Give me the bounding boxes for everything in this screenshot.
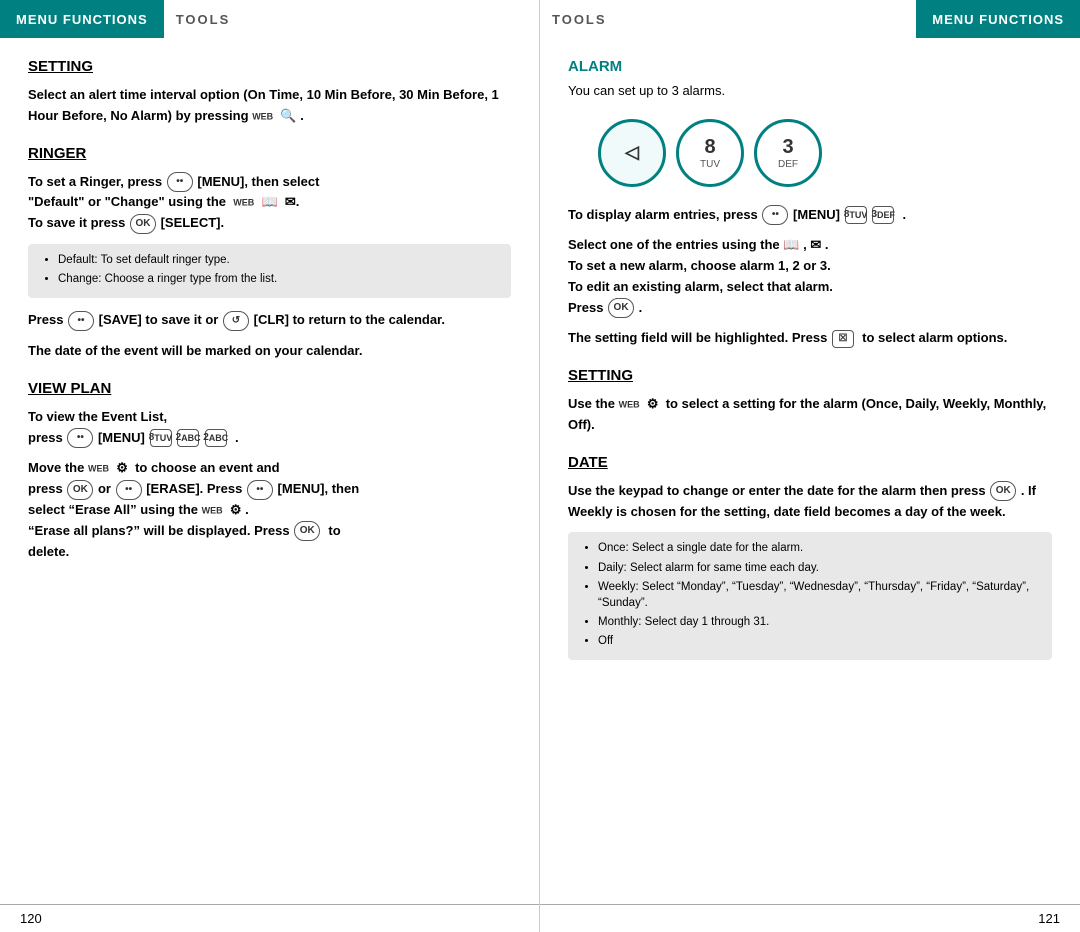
book-icon-alarm: 📖 — [783, 237, 799, 252]
left-viewplan-body1: To view the Event List, press •• [MENU] … — [28, 407, 511, 449]
left-ringer-heading: RINGER — [28, 145, 511, 162]
date-bullet-5: Off — [598, 633, 1038, 649]
web-icon2: WEB — [202, 505, 223, 515]
right-header: MENU FUNCTIONS TOOLS — [540, 0, 1080, 38]
ok-button-save: OK — [130, 214, 156, 234]
alarm-circle-3: 3 DEF — [754, 119, 822, 187]
right-setting-heading: SETTING — [568, 367, 1052, 384]
web-icon-setting: WEB — [619, 400, 640, 410]
left-footer: 120 — [0, 904, 539, 932]
date-bullet-1: Once: Select a single date for the alarm… — [598, 540, 1038, 556]
8tuv-alarm: 8TUV — [845, 206, 867, 224]
8tuv-btn: 8TUV — [150, 429, 172, 447]
left-viewplan-body2: Move the WEB ⚙ to choose an event and pr… — [28, 458, 511, 562]
right-alarm-subtitle: You can set up to 3 alarms. — [568, 81, 1052, 101]
right-alarm-display-text: To display alarm entries, press •• [MENU… — [568, 205, 1052, 226]
alarm-circles-group: ◁ 8 TUV 3 DEF — [598, 119, 1052, 187]
right-alarm-highlight: The setting field will be highlighted. P… — [568, 328, 1052, 349]
web-icon-ringer: WEB — [233, 198, 254, 208]
date-bullet-2: Daily: Select alarm for same time each d… — [598, 560, 1038, 576]
left-menu-functions-label: MENU FUNCTIONS — [0, 0, 164, 38]
right-date-heading: DATE — [568, 454, 1052, 471]
ringer-bullet-1: Default: To set default ringer type. — [58, 252, 497, 268]
right-menu-functions-label: MENU FUNCTIONS — [916, 0, 1080, 38]
menu-btn-viewplan2: •• — [247, 480, 273, 500]
2abc-btn1: 2ABC — [177, 429, 199, 447]
right-date-body: Use the keypad to change or enter the da… — [568, 481, 1052, 523]
web-icon-viewplan: WEB — [88, 464, 109, 474]
ok-btn-viewplan: OK — [67, 480, 93, 500]
right-page-number: 121 — [1038, 911, 1060, 926]
clr-button-icon: ↺ — [223, 311, 249, 331]
left-save-clr-text: Press •• [SAVE] to save it or ↺ [CLR] to… — [28, 310, 511, 331]
ok-btn-alarm: OK — [608, 298, 634, 318]
alarm-circle-1: ◁ — [598, 119, 666, 187]
2abc-btn2: 2ABC — [205, 429, 227, 447]
web-icon: WEB — [252, 111, 273, 121]
alarm-circle-2: 8 TUV — [676, 119, 744, 187]
delete-icon-alarm: ☒ — [832, 330, 854, 348]
ok-btn-erase: OK — [294, 521, 320, 541]
3def-alarm: 3DEF — [872, 206, 894, 224]
ringer-bullet-2: Change: Choose a ringer type from the li… — [58, 271, 497, 287]
scroll-icon: ⚙ — [116, 460, 128, 475]
book-icon: 📖 — [261, 194, 277, 209]
left-page-number: 120 — [20, 911, 42, 926]
date-bullet-4: Monthly: Select day 1 through 31. — [598, 614, 1038, 630]
left-tools-label: TOOLS — [164, 12, 243, 27]
scroll-icon-setting: ⚙ — [647, 396, 659, 411]
save-button-icon: •• — [68, 311, 94, 331]
menu-button-ringer: •• — [167, 172, 193, 192]
menu-btn-alarm: •• — [762, 205, 788, 225]
ringer-bullets-box: Default: To set default ringer type. Cha… — [28, 244, 511, 298]
date-bullet-list: Once: Select a single date for the alarm… — [582, 540, 1038, 649]
msg-icon-alarm: ✉ — [810, 237, 821, 252]
ringer-bullet-list: Default: To set default ringer type. Cha… — [42, 252, 497, 287]
left-viewplan-heading: VIEW PLAN — [28, 380, 511, 397]
msg-icon: ✉ — [285, 194, 296, 209]
right-tools-label: TOOLS — [540, 12, 619, 27]
scroll-icon2: ⚙ — [230, 502, 242, 517]
date-bullet-3: Weekly: Select “Monday”, “Tuesday”, “Wed… — [598, 579, 1038, 611]
right-footer: 121 — [540, 904, 1080, 932]
erase-btn: •• — [116, 480, 142, 500]
menu-button-viewplan: •• — [67, 428, 93, 448]
left-setting-heading: SETTING — [28, 58, 511, 75]
left-date-text: The date of the event will be marked on … — [28, 341, 511, 362]
left-ringer-body: To set a Ringer, press •• [MENU], then s… — [28, 172, 511, 234]
right-setting-body: Use the WEB ⚙ to select a setting for th… — [568, 394, 1052, 436]
left-header: MENU FUNCTIONS TOOLS — [0, 0, 539, 38]
right-alarm-heading: ALARM — [568, 58, 1052, 75]
date-bullets-box: Once: Select a single date for the alarm… — [568, 532, 1052, 660]
ok-btn-date: OK — [990, 481, 1016, 501]
left-setting-body: Select an alert time interval option (On… — [28, 85, 511, 127]
right-alarm-entries: Select one of the entries using the 📖 , … — [568, 235, 1052, 318]
